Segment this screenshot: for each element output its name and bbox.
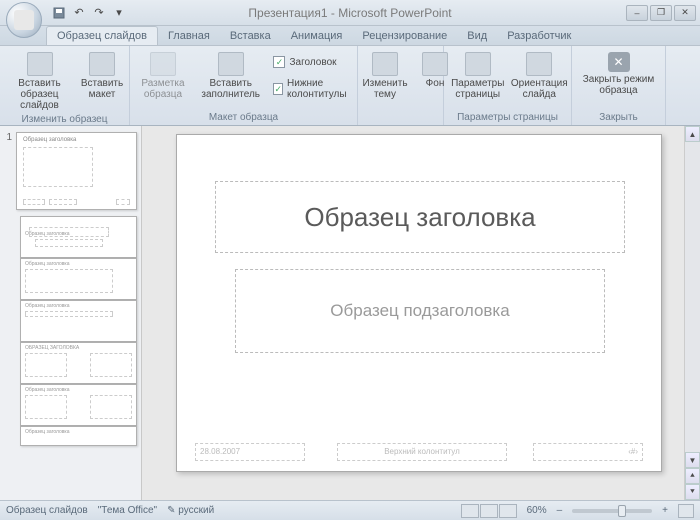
slidenum-placeholder[interactable]: ‹#› [533, 443, 643, 461]
next-slide-button[interactable]: ⯆ [685, 484, 700, 500]
subtitle-placeholder[interactable]: Образец подзаголовка [235, 269, 605, 353]
themes-icon [372, 52, 398, 76]
zoom-slider[interactable] [572, 509, 652, 513]
slide-orientation-button[interactable]: Ориентация слайда [512, 50, 567, 102]
date-placeholder[interactable]: 28.08.2007 [195, 443, 305, 461]
slide-canvas[interactable]: Образец заголовка Образец подзаголовка 2… [142, 126, 684, 500]
placeholder-icon [218, 52, 244, 76]
insert-layout-button[interactable]: Вставить макет [79, 50, 125, 102]
prev-slide-button[interactable]: ⯅ [685, 468, 700, 484]
layout-thumbnail[interactable]: Образец заголовка [20, 300, 137, 342]
tab-view[interactable]: Вид [457, 27, 497, 45]
scroll-track[interactable] [685, 142, 700, 452]
ribbon: Вставить образец слайдов Вставить макет … [0, 46, 700, 126]
slide-master-icon [27, 52, 53, 76]
title-placeholder[interactable]: Образец заголовка [215, 181, 625, 253]
master-layout-icon [150, 52, 176, 76]
page-setup-icon [465, 52, 491, 76]
orientation-icon [526, 52, 552, 76]
scroll-up-button[interactable]: ▲ [685, 126, 700, 142]
layout-thumbnail[interactable]: Образец заголовка [20, 216, 137, 258]
zoom-thumb[interactable] [618, 505, 626, 517]
office-button[interactable] [6, 2, 42, 38]
layout-thumbnail[interactable]: Образец заголовка [20, 426, 137, 446]
insert-placeholder-button[interactable]: Вставить заполнитель [196, 50, 266, 102]
close-master-view-button[interactable]: ✕ Закрыть режим образца [576, 50, 661, 98]
fit-window-button[interactable] [678, 504, 694, 518]
status-view-mode: Образец слайдов [6, 505, 88, 516]
zoom-out-button[interactable]: – [557, 505, 563, 516]
zoom-in-button[interactable]: + [662, 505, 668, 516]
ribbon-tabs: Образец слайдов Главная Вставка Анимация… [0, 26, 700, 46]
layout-icon [89, 52, 115, 76]
background-icon [422, 52, 448, 76]
layout-thumbnail[interactable]: Образец заголовка [20, 384, 137, 426]
tab-animation[interactable]: Анимация [281, 27, 353, 45]
footers-checkbox[interactable]: ✓ Нижние колонтитулы [269, 76, 353, 102]
group-label-master-layout: Макет образца [134, 111, 353, 125]
slideshow-view-button[interactable] [499, 504, 517, 518]
status-bar: Образец слайдов "Тема Office" ✎ русский … [0, 500, 700, 520]
quick-access-toolbar: ↶ ↷ ▾ [50, 4, 128, 22]
close-icon: ✕ [608, 52, 630, 72]
thumb-number: 1 [4, 132, 12, 143]
redo-button[interactable]: ↷ [90, 4, 108, 22]
master-thumbnail[interactable]: Образец заголовка [16, 132, 137, 210]
tab-developer[interactable]: Разработчик [497, 27, 581, 45]
layout-thumbnail[interactable]: Образец заголовка [20, 258, 137, 300]
close-window-button[interactable]: ✕ [674, 5, 696, 21]
group-label-close: Закрыть [576, 111, 661, 125]
sorter-view-button[interactable] [480, 504, 498, 518]
vertical-scrollbar[interactable]: ▲ ▼ ⯅ ⯆ [684, 126, 700, 500]
layout-thumbnail[interactable]: ОБРАЗЕЦ ЗАГОЛОВКА [20, 342, 137, 384]
status-theme: "Тема Office" [98, 505, 157, 516]
group-label-edit-master: Изменить образец [4, 113, 125, 127]
slide[interactable]: Образец заголовка Образец подзаголовка 2… [176, 134, 662, 472]
normal-view-button[interactable] [461, 504, 479, 518]
status-language[interactable]: ✎ русский [167, 505, 214, 516]
tab-slide-master[interactable]: Образец слайдов [46, 26, 158, 45]
qat-dropdown[interactable]: ▾ [110, 4, 128, 22]
thumbnails-panel[interactable]: 1 Образец заголовка Образец заголовка Об… [0, 126, 142, 500]
save-button[interactable] [50, 4, 68, 22]
checkbox-checked-icon: ✓ [273, 56, 285, 68]
zoom-percent[interactable]: 60% [527, 505, 547, 516]
restore-button[interactable]: ❐ [650, 5, 672, 21]
tab-home[interactable]: Главная [158, 27, 220, 45]
scroll-down-button[interactable]: ▼ [685, 452, 700, 468]
undo-button[interactable]: ↶ [70, 4, 88, 22]
insert-slide-master-button[interactable]: Вставить образец слайдов [4, 50, 75, 113]
page-setup-button[interactable]: Параметры страницы [448, 50, 508, 102]
view-buttons [461, 504, 517, 518]
tab-insert[interactable]: Вставка [220, 27, 281, 45]
tab-review[interactable]: Рецензирование [352, 27, 457, 45]
themes-button[interactable]: Изменить тему [362, 50, 408, 102]
minimize-button[interactable]: – [626, 5, 648, 21]
group-label-page-setup: Параметры страницы [448, 111, 567, 125]
title-checkbox[interactable]: ✓ Заголовок [269, 54, 353, 70]
master-layout-button: Разметка образца [134, 50, 192, 102]
checkbox-checked-icon: ✓ [273, 83, 283, 95]
window-title: Презентация1 - Microsoft PowerPoint [248, 6, 451, 20]
footer-placeholder[interactable]: Верхний колонтитул [337, 443, 507, 461]
